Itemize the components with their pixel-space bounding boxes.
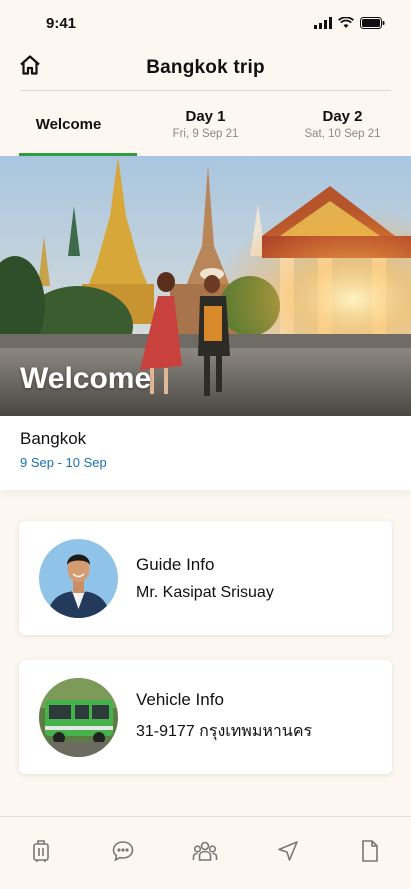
battery-icon [360,17,385,29]
navigation-icon [277,841,298,861]
nav-luggage[interactable] [21,839,61,869]
nav-group[interactable] [185,839,225,869]
tab-date: Fri, 9 Sep 21 [172,128,239,140]
vehicle-plate: 31-9177 กรุงเทพมหานคร [136,723,313,740]
vehicle-info-text: Vehicle Info 31-9177 กรุงเทพมหานคร [136,690,312,744]
home-icon [20,55,40,75]
status-bar: 9:41 [0,0,411,46]
chat-icon [112,841,134,862]
status-time: 9:41 [46,14,77,32]
header-divider [20,90,391,91]
hero-image: Welcome [0,156,411,416]
nav-chat[interactable] [103,839,143,869]
vehicle-avatar [39,677,118,757]
nav-document[interactable] [350,839,390,869]
document-icon [362,840,378,862]
destination-card: Bangkok 9 Sep - 10 Sep [0,416,411,490]
header: Bangkok trip [0,46,411,90]
status-icons [314,17,385,29]
vehicle-info-title: Vehicle Info [136,690,224,709]
guide-name: Mr. Kasipat Srisuay [136,583,274,601]
hero-title: Welcome [20,362,152,395]
tab-label: Day 2 [322,108,363,125]
vehicle-info-card[interactable]: Vehicle Info 31-9177 กรุงเทพมหานคร [19,660,392,774]
destination-dates: 9 Sep - 10 Sep [20,455,107,470]
destination-name: Bangkok [20,429,87,448]
tab-bar: Welcome Day 1 Fri, 9 Sep 21 Day 2 Sat, 1… [0,92,411,156]
signal-icon [314,17,332,29]
guide-avatar [39,538,118,618]
luggage-icon [33,840,49,862]
wifi-icon [338,17,354,28]
tab-day-2[interactable]: Day 2 Sat, 10 Sep 21 [274,92,411,156]
guide-info-title: Guide Info [136,554,215,574]
tab-day-1[interactable]: Day 1 Fri, 9 Sep 21 [137,92,274,156]
tab-date: Sat, 10 Sep 21 [304,128,381,140]
tab-label: Welcome [35,115,102,133]
guide-info-card[interactable]: Guide Info Mr. Kasipat Srisuay [19,521,392,635]
group-icon [193,841,218,861]
tab-label: Day 1 [185,108,226,125]
nav-navigation[interactable] [268,839,308,869]
home-button[interactable] [18,52,42,78]
guide-info-text: Guide Info Mr. Kasipat Srisuay [136,555,274,602]
bottom-nav [0,816,411,889]
tab-welcome[interactable]: Welcome [0,92,137,156]
page-title: Bangkok trip [146,57,265,78]
